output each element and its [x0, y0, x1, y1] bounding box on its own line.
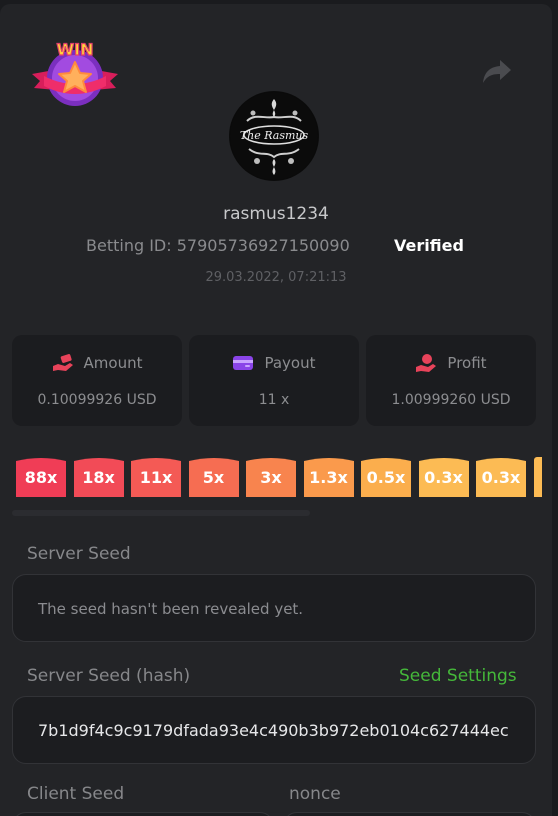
multiplier-row: 88x 18x 11x 5x 3x 1.3x 0.5x 0.3x 0.3x	[16, 457, 552, 497]
multiplier-label: 0.3x	[424, 467, 463, 487]
multiplier-label: 0.5x	[366, 467, 406, 487]
win-badge-icon: WIN	[32, 39, 118, 106]
stat-label-payout: Payout	[264, 354, 316, 372]
share-icon	[483, 60, 511, 83]
avatar-logo-text: The Rasmus	[240, 129, 309, 142]
multiplier-label: 88x	[24, 467, 58, 487]
avatar-logo: The Rasmus	[230, 92, 318, 180]
multiplier-chip[interactable]: 18x	[73, 457, 124, 497]
client-seed-field[interactable]	[12, 812, 274, 816]
multiplier-chip[interactable]: 0.5x	[361, 457, 411, 497]
stat-value-amount: 0.10099926 USD	[37, 392, 157, 408]
wallet-icon	[233, 356, 254, 370]
multiplier-chip[interactable]: 11x	[131, 457, 181, 497]
betting-id-value: 57905736927150090	[176, 236, 350, 255]
multiplier-label: 3x	[260, 467, 282, 487]
seed-settings-link[interactable]: Seed Settings	[399, 666, 517, 686]
multiplier-label: 11x	[139, 467, 173, 487]
nonce-field[interactable]	[283, 812, 536, 816]
client-seed-label: Client Seed	[27, 784, 125, 804]
server-seed-field[interactable]: The seed hasn't been revealed yet.	[12, 574, 536, 642]
share-button[interactable]	[482, 58, 512, 86]
bet-timestamp: 29.03.2022, 07:21:13	[205, 270, 347, 285]
multiplier-chip[interactable]: 5x	[188, 457, 239, 497]
server-seed-hash-label: Server Seed (hash)	[27, 666, 191, 686]
username: rasmus1234	[223, 204, 329, 224]
money-hand-icon	[52, 353, 73, 371]
win-badge: WIN	[30, 39, 120, 108]
stat-card-amount: Amount 0.10099926 USD	[12, 335, 182, 426]
avatar: The Rasmus	[229, 91, 319, 181]
coin-hand-icon	[416, 354, 437, 372]
multiplier-label: 0.3x	[481, 467, 521, 487]
bet-details-panel: WIN The Rasmus rasmus1234 Betting ID: 57…	[0, 4, 552, 816]
multiplier-chip[interactable]: 88x	[16, 457, 66, 497]
multiplier-label: 18x	[82, 467, 115, 487]
betting-id-label: Betting ID:	[86, 236, 172, 255]
stat-value-profit: 1.00999260 USD	[391, 392, 511, 408]
multiplier-label: 5x	[202, 467, 225, 487]
server-seed-hash-value: 7b1d9f4c9c9179dfada93e4c490b3b972eb0104c…	[38, 721, 509, 740]
multiplier-chip[interactable]: 1.3x	[303, 457, 354, 497]
multiplier-chip[interactable]: 3x	[246, 457, 296, 497]
stat-label-amount: Amount	[83, 354, 143, 372]
server-seed-label: Server Seed	[27, 544, 131, 564]
nonce-label: nonce	[289, 784, 341, 804]
win-badge-text: WIN	[57, 40, 94, 59]
stat-card-profit: Profit 1.00999260 USD	[366, 335, 536, 426]
server-seed-hash-field[interactable]: 7b1d9f4c9c9179dfada93e4c490b3b972eb0104c…	[12, 696, 536, 764]
multiplier-chip[interactable]: 0.3x	[476, 457, 526, 497]
multiplier-chip-partial[interactable]	[533, 457, 542, 497]
multiplier-chip[interactable]: 0.3x	[418, 457, 469, 497]
multiplier-label: 1.3x	[309, 467, 348, 487]
stat-value-payout: 11 x	[258, 392, 290, 408]
server-seed-value: The seed hasn't been revealed yet.	[38, 600, 304, 618]
betting-id: Betting ID: 57905736927150090	[86, 236, 350, 255]
multiplier-scrollbar[interactable]	[12, 510, 310, 516]
stat-card-payout: Payout 11 x	[189, 335, 359, 426]
stat-label-profit: Profit	[447, 354, 487, 372]
verified-badge: Verified	[394, 236, 464, 255]
